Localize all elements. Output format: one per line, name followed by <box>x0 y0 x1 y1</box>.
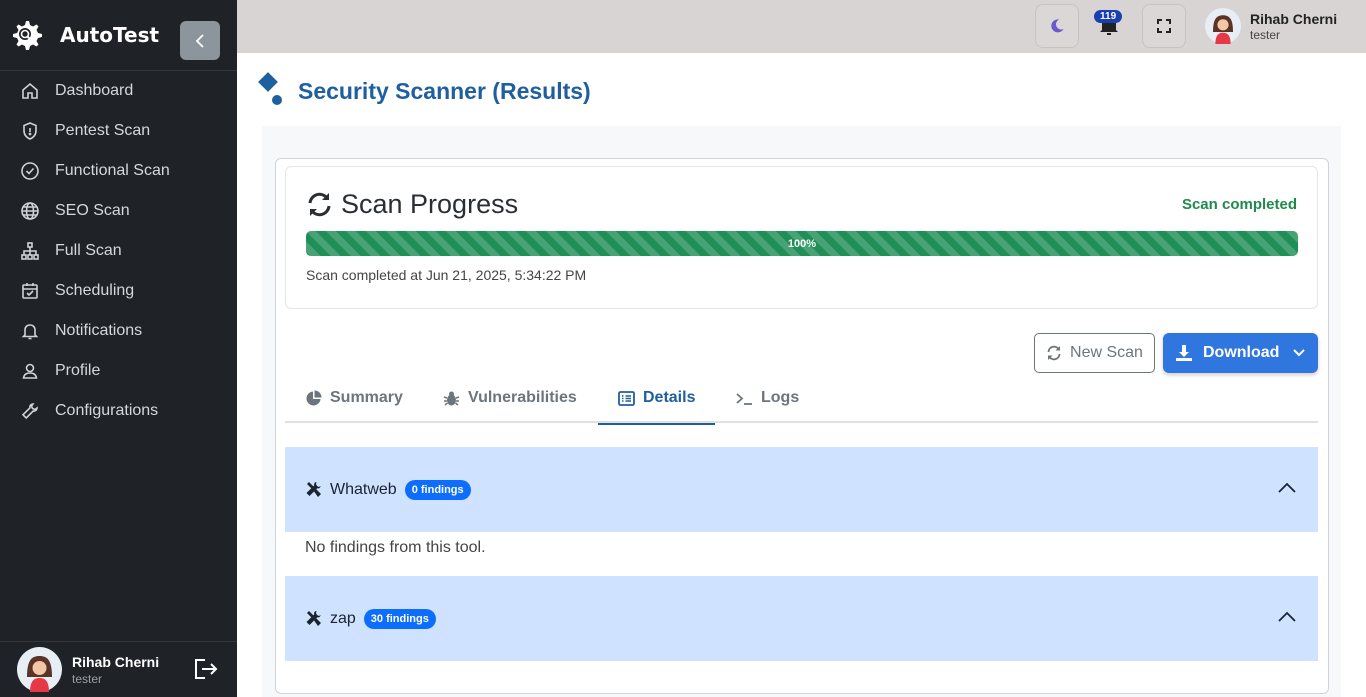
sidebar: AutoTest Dashboard Pentest Scan Function… <box>0 0 237 697</box>
scan-progress-card: Scan Progress Scan completed 100% Scan c… <box>285 166 1318 309</box>
topbar-user[interactable]: Rihab Cherni tester <box>1205 8 1337 44</box>
progress-label: 100% <box>787 237 817 250</box>
sidebar-item-full-scan[interactable]: Full Scan <box>0 231 237 271</box>
avatar <box>1205 8 1241 44</box>
sidebar-collapse-button[interactable] <box>180 21 220 60</box>
fullscreen-icon <box>1157 19 1171 33</box>
check-circle-icon <box>21 162 39 180</box>
bug-icon <box>443 391 460 406</box>
diamond-icon <box>258 72 282 105</box>
sidebar-item-label: Functional Scan <box>55 162 170 179</box>
sidebar-item-configurations[interactable]: Configurations <box>0 391 237 431</box>
sidebar-item-label: Notifications <box>55 322 143 339</box>
user-name: Rihab Cherni <box>72 653 160 670</box>
chevron-up-icon[interactable] <box>1278 610 1296 624</box>
sidebar-user: Rihab Cherni tester <box>0 641 237 697</box>
accordion-header-zap[interactable]: zap 30 findings <box>285 576 1318 661</box>
brand: AutoTest <box>0 0 237 71</box>
chevron-up-icon[interactable] <box>1278 481 1296 495</box>
sidebar-item-label: Scheduling <box>55 282 135 299</box>
chevron-down-icon[interactable] <box>1292 346 1306 360</box>
notification-count-badge: 119 <box>1094 10 1123 23</box>
tools-icon <box>306 611 321 626</box>
sidebar-nav: Dashboard Pentest Scan Functional Scan S… <box>0 71 237 431</box>
user-role: tester <box>72 671 103 686</box>
sidebar-item-notifications[interactable]: Notifications <box>0 311 237 351</box>
new-scan-label: New Scan <box>1070 344 1143 361</box>
topbar-user-name: Rihab Cherni <box>1250 10 1338 27</box>
page-title: Security Scanner (Results) <box>298 78 591 104</box>
accordion-body-whatweb: No findings from this tool. <box>285 532 1318 576</box>
tools-icon <box>306 482 321 497</box>
download-button[interactable]: Download <box>1163 333 1318 373</box>
sidebar-item-label: Full Scan <box>55 242 122 259</box>
avatar <box>17 647 62 692</box>
tab-label: Summary <box>330 389 403 406</box>
results-tabs: Summary Vulnerabilities Details Logs <box>285 373 1318 425</box>
scan-status: Scan completed <box>1181 196 1297 213</box>
calendar-check-icon <box>22 283 38 299</box>
wrench-icon <box>21 403 38 420</box>
download-label: Download <box>1203 344 1280 361</box>
user-icon <box>22 363 38 379</box>
scan-completed-time: Scan completed at Jun 21, 2025, 5:34:22 … <box>306 267 587 283</box>
list-icon <box>618 390 635 406</box>
topbar-user-role: tester <box>1250 27 1281 42</box>
tool-name: zap <box>330 609 356 627</box>
download-icon <box>1176 345 1192 361</box>
sidebar-item-profile[interactable]: Profile <box>0 351 237 391</box>
sidebar-item-label: Profile <box>55 362 101 379</box>
bell-icon <box>21 324 39 340</box>
tab-logs[interactable]: Logs <box>716 373 819 423</box>
sidebar-item-label: SEO Scan <box>55 202 130 219</box>
tab-details[interactable]: Details <box>598 373 716 425</box>
no-findings-text: No findings from this tool. <box>305 539 486 556</box>
progress-bar-fill: 100% <box>306 231 1298 256</box>
accordion-header-whatweb[interactable]: Whatweb 0 findings <box>285 447 1318 532</box>
fullscreen-button[interactable] <box>1142 4 1186 48</box>
terminal-icon <box>736 392 752 405</box>
chevron-left-icon <box>195 33 204 48</box>
findings-badge: 30 findings <box>363 608 436 629</box>
scan-progress-title: Scan Progress <box>341 189 519 219</box>
tab-vulnerabilities[interactable]: Vulnerabilities <box>423 373 597 423</box>
progress-bar: 100% <box>306 231 1298 256</box>
sidebar-item-label: Pentest Scan <box>55 122 151 139</box>
sidebar-item-scheduling[interactable]: Scheduling <box>0 271 237 311</box>
sidebar-item-seo-scan[interactable]: SEO Scan <box>0 191 237 231</box>
findings-badge: 0 findings <box>404 479 471 500</box>
new-scan-button[interactable]: New Scan <box>1034 333 1155 373</box>
home-icon <box>22 82 38 99</box>
app-name: AutoTest <box>60 23 160 47</box>
shield-icon <box>23 122 37 140</box>
accordion-body-zap <box>285 661 1318 685</box>
sidebar-item-label: Dashboard <box>55 82 134 99</box>
sidebar-item-label: Configurations <box>55 402 159 419</box>
tab-label: Logs <box>761 389 800 406</box>
tab-summary[interactable]: Summary <box>285 373 423 423</box>
tab-label: Vulnerabilities <box>468 389 577 406</box>
sidebar-item-functional-scan[interactable]: Functional Scan <box>0 151 237 191</box>
sitemap-icon <box>21 242 39 260</box>
sidebar-item-pentest-scan[interactable]: Pentest Scan <box>0 111 237 151</box>
logout-icon[interactable] <box>193 658 219 680</box>
topbar: 119 Rihab Cherni tester <box>237 0 1366 53</box>
sync-icon <box>308 192 331 217</box>
moon-icon <box>1051 19 1064 33</box>
sidebar-item-dashboard[interactable]: Dashboard <box>0 71 237 111</box>
gear-search-logo-icon <box>13 21 42 50</box>
theme-toggle-button[interactable] <box>1035 4 1079 48</box>
sync-icon <box>1047 345 1061 361</box>
tool-name: Whatweb <box>330 480 397 498</box>
tab-label: Details <box>643 389 696 406</box>
globe-icon <box>21 202 39 220</box>
pie-chart-icon <box>306 390 322 405</box>
